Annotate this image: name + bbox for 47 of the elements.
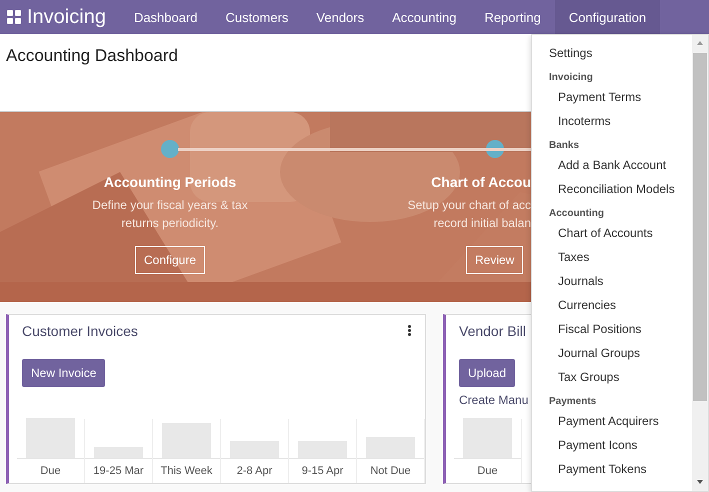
menu-section-header: Accounting (548, 207, 605, 221)
nav-menu-item[interactable]: Vendors (302, 0, 378, 34)
menu-item[interactable]: Payment Icons (532, 434, 692, 458)
nav-menu-item[interactable]: Accounting (378, 0, 470, 34)
menu-item[interactable]: Add a Bank Account (532, 154, 692, 178)
nav-menu-item[interactable]: Reporting (470, 0, 555, 34)
card-title: Vendor Bill (459, 323, 526, 339)
nav-menu-item[interactable]: Customers (212, 0, 302, 34)
create-link[interactable]: Create Manu (459, 393, 528, 407)
app-title: Invoicing (26, 4, 107, 30)
apps-grid-icon[interactable] (7, 10, 21, 24)
step-title: Chart of Accou (430, 174, 531, 190)
axis-label: This Week (160, 464, 212, 479)
step-description: Define your fiscal years & tax returns periodicity. (92, 197, 248, 232)
scrollbar[interactable] (692, 35, 708, 491)
axis-label: Not Due (370, 464, 411, 479)
card-title: Customer Invoices (22, 323, 138, 339)
step-title: Accounting Periods (104, 174, 236, 190)
axis-label: 19-25 Mar (93, 464, 144, 479)
menu-item[interactable]: Journal Groups (532, 342, 692, 366)
menu-item[interactable]: Fiscal Positions (532, 318, 692, 342)
menu-section-header: Banks (548, 139, 580, 153)
menu-item[interactable]: Settings (532, 42, 692, 66)
step-description: Setup your chart of acc record initial balan (406, 197, 531, 232)
step-button[interactable]: Configure (134, 246, 206, 274)
more-options-icon[interactable] (408, 325, 411, 336)
menu-item[interactable]: Currencies (532, 294, 692, 318)
menu-section-header: Invoicing (548, 71, 594, 85)
menu-item[interactable]: Tax Groups (532, 366, 692, 390)
axis-label: Due (477, 464, 498, 479)
menu-item[interactable]: Chart of Accounts (532, 222, 692, 246)
menu-item[interactable]: Payment Tokens (532, 458, 692, 482)
axis-label: Due (40, 464, 61, 479)
primary-button[interactable]: Upload (459, 359, 516, 387)
page-title: Accounting Dashboard (6, 46, 178, 66)
nav-menu-item[interactable]: Dashboard (120, 0, 212, 34)
menu-item[interactable]: Taxes (532, 246, 692, 270)
menu-section-header: Payments (548, 395, 598, 409)
menu-item[interactable]: Reconciliation Models (532, 178, 692, 202)
axis-label: 9-15 Apr (302, 464, 344, 479)
axis-label: 2-8 Apr (236, 464, 272, 479)
menu-item[interactable]: Journals (532, 270, 692, 294)
menu-item[interactable]: Incoterms (532, 110, 692, 134)
menu-item[interactable]: Payment Acquirers (532, 410, 692, 434)
menu-item[interactable]: Payment Terms (532, 86, 692, 110)
primary-button[interactable]: New Invoice (22, 359, 106, 387)
nav-menu-item[interactable]: Configuration (554, 0, 660, 34)
